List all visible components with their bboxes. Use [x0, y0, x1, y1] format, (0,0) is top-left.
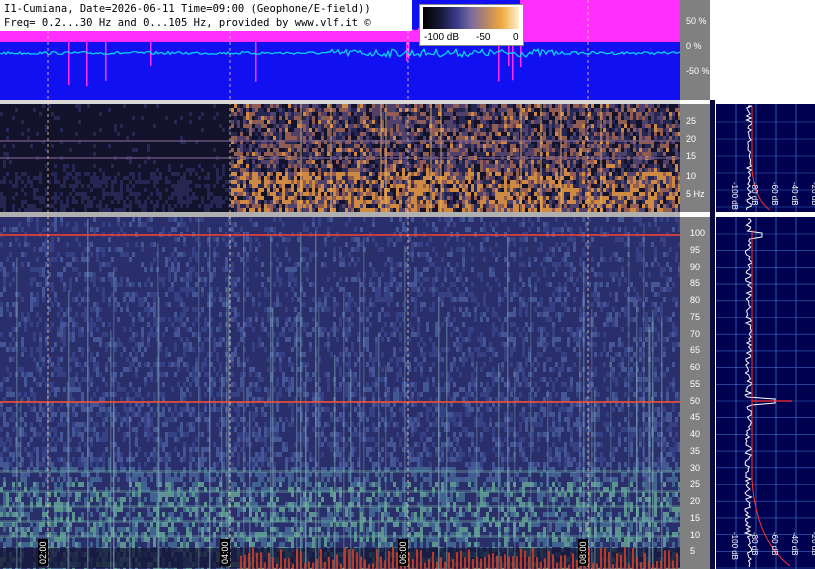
main-frequency-tick-label: 15 — [690, 512, 701, 523]
side-top-db-label: -60 dB — [770, 182, 779, 206]
side-spectrum-main — [716, 217, 815, 569]
amplitude-tick-label: 0 % — [686, 41, 702, 51]
colorbar-mid-label: -50 — [476, 32, 491, 43]
low-frequency-tick-label: 10 — [686, 171, 697, 181]
low-frequency-tick-label: 25 — [686, 116, 697, 126]
main-frequency-tick-label: 25 — [690, 479, 701, 490]
main-frequency-tick-label: 70 — [690, 328, 701, 339]
side-bottom-db-label: -100 dB — [730, 532, 739, 561]
time-axis-label: 06:00 — [398, 539, 408, 566]
main-frequency-tick-label: 55 — [690, 378, 701, 389]
main-frequency-tick-label: 40 — [690, 429, 701, 439]
main-frequency-tick-label: 85 — [690, 278, 701, 289]
main-frequency-tick-label: 50 — [690, 395, 701, 406]
amplitude-tick-label: -50 % — [686, 66, 710, 76]
low-frequency-tick-label: 15 — [686, 151, 697, 161]
side-bottom-db-label: -40 dB — [790, 532, 799, 556]
side-top-db-label: -20 dB — [810, 182, 815, 206]
main-frequency-tick-label: 20 — [690, 496, 701, 506]
header-box: I1-Cumiana, Date=2026-06-11 Time=09:00 (… — [0, 0, 412, 31]
main-frequency-tick-label: 45 — [690, 412, 701, 423]
time-axis-label: 08:00 — [578, 539, 588, 566]
colorbar-legend: -100 dB -50 0 — [419, 4, 524, 46]
main-frequency-tick-label: 75 — [690, 311, 701, 322]
header-title: I1-Cumiana, Date=2026-06-11 Time=09:00 (… — [4, 3, 371, 15]
main-frequency-tick-label: 80 — [690, 295, 701, 305]
time-axis-label: 02:00 — [38, 539, 48, 566]
side-top-db-label: -40 dB — [790, 182, 799, 206]
main-frequency-tick-label: 90 — [690, 261, 701, 272]
main-frequency-tick-label: 35 — [690, 445, 701, 456]
low-frequency-tick-label: 20 — [686, 134, 697, 144]
amplitude-tick-label: 50 % — [686, 16, 707, 26]
vlf-spectrogram-screen: I1-Cumiana, Date=2026-06-11 Time=09:00 (… — [0, 0, 815, 569]
panel-separator-top — [0, 100, 680, 104]
colorbar-max-label: 0 — [513, 32, 519, 43]
main-frequency-tick-label: 5 — [690, 546, 696, 557]
main-frequency-tick-label: 100 — [690, 228, 706, 238]
panel-separator-mid — [0, 212, 680, 217]
side-bottom-db-label: -20 dB — [810, 532, 815, 556]
side-divider — [710, 100, 715, 569]
side-top-db-label: -80 dB — [750, 182, 759, 206]
side-bottom-db-label: -60 dB — [770, 532, 779, 556]
colorbar-gradient — [423, 7, 519, 29]
main-frequency-tick-label: 95 — [690, 244, 701, 255]
header-subtitle: Freq= 0.2...30 Hz and 0...105 Hz, provid… — [4, 17, 371, 29]
side-panel-top-blank — [712, 0, 815, 100]
main-frequency-tick-label: 65 — [690, 345, 701, 356]
side-bottom-db-label: -80 dB — [750, 532, 759, 556]
main-frequency-tick-label: 10 — [690, 529, 701, 540]
main-frequency-tick-label: 60 — [690, 362, 701, 372]
low-frequency-tick-label: 5 Hz — [686, 189, 705, 199]
main-frequency-tick-label: 30 — [690, 462, 701, 473]
time-axis-label: 04:00 — [220, 539, 230, 566]
colorbar-min-label: -100 dB — [424, 32, 460, 43]
side-top-db-label: -100 dB — [730, 182, 739, 211]
